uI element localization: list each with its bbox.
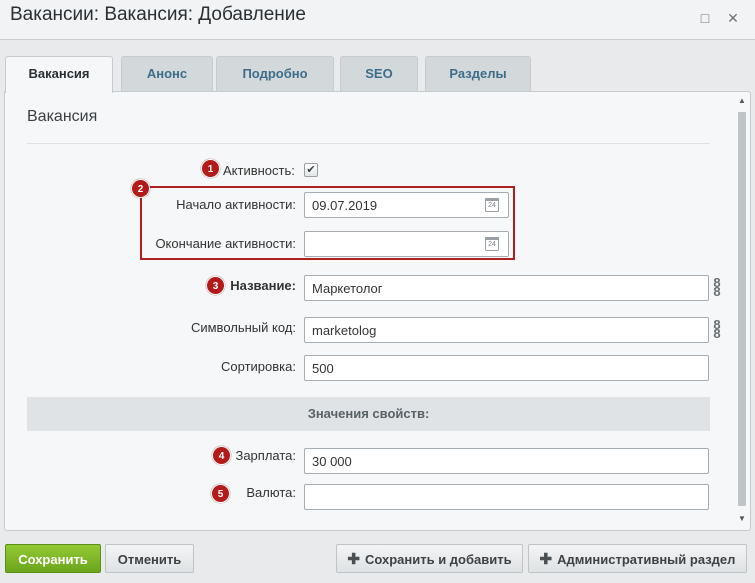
section-title: Вакансия bbox=[27, 108, 98, 125]
salary-input[interactable]: 30 000 bbox=[304, 448, 709, 474]
close-icon[interactable]: ✕ bbox=[724, 9, 742, 27]
tab-sections[interactable]: Разделы bbox=[425, 56, 531, 92]
plus-icon: ✚ bbox=[347, 551, 360, 568]
admin-section-label: Административный раздел bbox=[557, 552, 736, 567]
save-button[interactable]: Сохранить bbox=[5, 544, 101, 573]
tab-announce[interactable]: Анонс bbox=[121, 56, 213, 92]
start-date-input[interactable]: 09.07.2019 24 bbox=[304, 192, 509, 218]
save-and-add-label: Сохранить и добавить bbox=[364, 552, 512, 567]
tab-details[interactable]: Подробно bbox=[216, 56, 334, 92]
admin-section-button[interactable]: ✚ Административный раздел bbox=[528, 544, 747, 573]
checkmark-icon: ✔ bbox=[306, 164, 316, 176]
currency-label: Валюта: bbox=[246, 485, 296, 500]
sort-label: Сортировка: bbox=[221, 359, 296, 374]
tab-seo[interactable]: SEO bbox=[340, 56, 418, 92]
section-divider bbox=[27, 143, 710, 144]
sort-input[interactable]: 500 bbox=[304, 355, 709, 381]
calendar-icon[interactable]: 24 bbox=[485, 237, 499, 251]
window-title: Вакансии: Вакансия: Добавление bbox=[10, 4, 306, 25]
maximize-icon[interactable]: □ bbox=[696, 9, 714, 27]
annotation-badge-2: 2 bbox=[131, 179, 150, 198]
end-date-label: Окончание активности: bbox=[155, 236, 296, 251]
window-titlebar: Вакансии: Вакансия: Добавление □ ✕ bbox=[0, 0, 755, 40]
start-date-value: 09.07.2019 bbox=[312, 198, 378, 213]
active-checkbox[interactable]: ✔ bbox=[304, 163, 318, 177]
tab-bar: Вакансия Анонс Подробно SEO Разделы bbox=[0, 40, 755, 93]
annotation-badge-1: 1 bbox=[201, 159, 220, 178]
calendar-icon[interactable]: 24 bbox=[485, 198, 499, 212]
cancel-button[interactable]: Отменить bbox=[105, 544, 194, 573]
annotation-badge-5: 5 bbox=[211, 484, 230, 503]
plus-icon: ✚ bbox=[539, 551, 553, 568]
annotation-badge-4: 4 bbox=[212, 446, 231, 465]
scroll-up-icon[interactable]: ▲ bbox=[738, 96, 746, 106]
salary-label: Зарплата: bbox=[235, 448, 296, 463]
code-label: Символьный код: bbox=[190, 320, 296, 335]
currency-input[interactable] bbox=[304, 484, 709, 510]
annotation-badge-3: 3 bbox=[206, 276, 225, 295]
end-date-input[interactable]: 24 bbox=[304, 231, 509, 257]
scroll-down-icon[interactable]: ▼ bbox=[738, 514, 746, 524]
link-icon[interactable]: 88 bbox=[713, 318, 721, 340]
link-icon[interactable]: 88 bbox=[713, 276, 721, 298]
tab-vacancy[interactable]: Вакансия bbox=[5, 56, 113, 93]
active-label: Активность: bbox=[223, 163, 295, 178]
name-input[interactable]: Маркетолог bbox=[304, 275, 709, 301]
scroll-thumb[interactable] bbox=[738, 112, 746, 506]
name-label: Название: bbox=[230, 278, 296, 293]
save-and-add-button[interactable]: ✚ Сохранить и добавить bbox=[336, 544, 523, 573]
code-input[interactable]: marketolog bbox=[304, 317, 709, 343]
properties-header: Значения свойств: bbox=[27, 397, 710, 431]
start-date-label: Начало активности: bbox=[176, 197, 296, 212]
vertical-scrollbar[interactable]: ▲ ▼ bbox=[735, 92, 749, 530]
